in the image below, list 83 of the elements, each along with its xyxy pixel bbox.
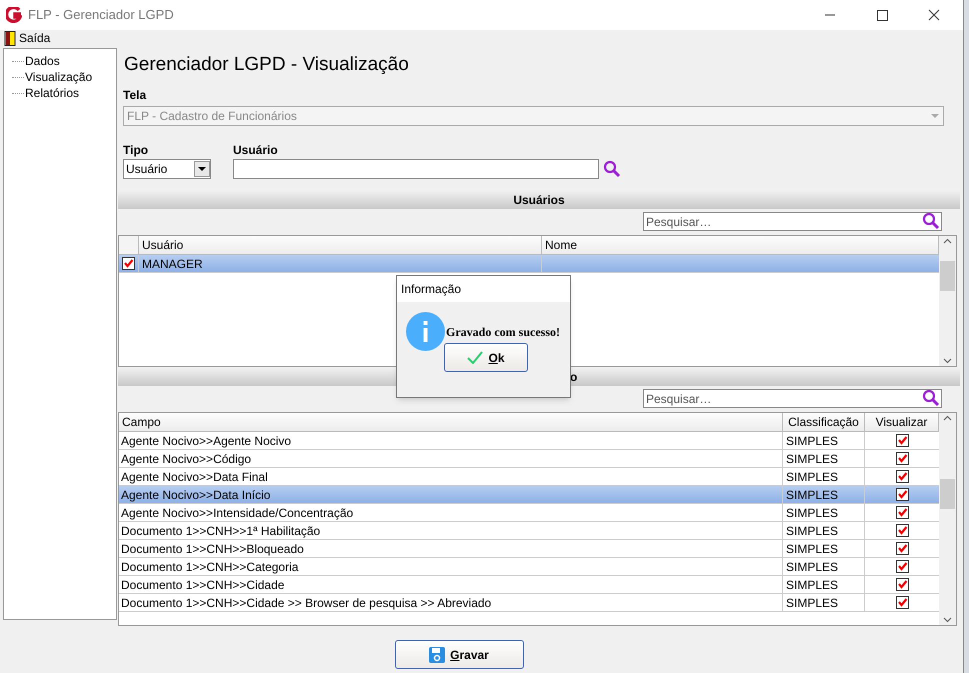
tree-item[interactable]: Dados [25,52,60,70]
page-heading: Gerenciador LGPD - Visualização [123,52,410,77]
ok-button[interactable]: Ok [444,343,528,372]
column-header[interactable]: Classificação [783,413,865,431]
table-cell: SIMPLES [783,450,865,467]
table-row[interactable]: Agente Nocivo>>Data Início SIMPLES [119,486,939,504]
field-label: Tipo [123,142,150,157]
dropdown-arrow-icon [198,166,206,172]
checkbox[interactable] [896,506,908,519]
scroll-up-icon[interactable] [943,415,952,421]
scrollbar-thumb[interactable] [940,261,955,291]
checkbox[interactable] [896,488,908,501]
dialog-message: Gravado com sucesso! [446,324,560,340]
user-input-field[interactable] [233,159,599,179]
table-row[interactable]: Agente Nocivo>>Data Final SIMPLES [119,468,939,486]
tree-item[interactable]: Relatórios [25,84,80,102]
table-cell: Documento 1>>CNH>>Cidade >> Browser de pesquisa >> Abreviado [119,594,783,611]
tree-item[interactable]: Visualização [25,68,92,86]
table-cell: Agente Nocivo>>Intensidade/Concentração [119,504,783,521]
table-row[interactable]: Documento 1>>CNH>>Cidade SIMPLES [119,576,939,594]
table-cell: SIMPLES [783,558,865,575]
table-cell: SIMPLES [783,594,865,611]
column-header[interactable]: Usuário [139,236,542,254]
table-row[interactable]: Agente Nocivo>>Agente Nocivo SIMPLES [119,432,939,450]
table-cell: SIMPLES [783,432,865,449]
app-logo-icon [6,7,22,23]
column-header[interactable]: Campo [119,413,783,431]
table-row[interactable]: Agente Nocivo>>Código SIMPLES [119,450,939,468]
table-cell: Documento 1>>CNH>>1ª Habilitação [119,522,783,539]
search-field[interactable]: Pesquisar… [643,212,942,231]
search-icon[interactable] [922,212,940,230]
checkbox[interactable] [896,596,908,609]
field-label: Tela [122,87,148,104]
scrollbar[interactable] [939,413,956,625]
dialog-title: Informação [401,281,462,298]
checkbox[interactable] [896,470,908,483]
table-row[interactable]: Documento 1>>CNH>>Categoria SIMPLES [119,558,939,576]
table-cell: SIMPLES [783,504,865,521]
search-field[interactable]: Pesquisar… [643,389,942,408]
scroll-down-icon[interactable] [943,617,952,623]
field-label: Usuário [233,142,279,157]
checkbox[interactable] [896,560,908,573]
checkbox[interactable] [122,257,135,270]
table-cell: Agente Nocivo>>Data Final [119,468,783,485]
dropdown-button[interactable] [194,161,210,177]
type-select[interactable]: Usuário [123,159,211,179]
search-icon[interactable] [603,160,621,178]
table-row[interactable]: Documento 1>>CNH>>Cidade >> Browser de pesquisa >> Abreviado SIMPLES [119,594,939,612]
table-row[interactable]: Agente Nocivo>>Intensidade/Concentração SIMPLES [119,504,939,522]
checkbox[interactable] [896,452,908,465]
table-row[interactable]: Documento 1>>CNH>>1ª Habilitação SIMPLES [119,522,939,540]
table-cell: Documento 1>>CNH>>Categoria [119,558,783,575]
table-cell: SIMPLES [783,540,865,557]
scrollbar[interactable] [939,236,956,366]
table-cell: SIMPLES [783,486,865,503]
table-cell: SIMPLES [783,468,865,485]
checkbox[interactable] [896,542,908,555]
table-row[interactable]: MANAGER [119,255,939,273]
checkmark-icon [467,351,484,364]
table-row[interactable]: Documento 1>>CNH>>Bloqueado SIMPLES [119,540,939,558]
column-header[interactable]: Visualizar [865,413,939,431]
checkbox[interactable] [896,524,908,537]
checkbox[interactable] [896,434,908,447]
table-cell: Agente Nocivo>>Agente Nocivo [119,432,783,449]
column-header[interactable]: Nome [542,236,939,254]
checkbox[interactable] [896,578,908,591]
table-cell: Documento 1>>CNH>>Cidade [119,576,783,593]
save-button[interactable]: Gravar [394,640,524,669]
table-cell: Documento 1>>CNH>>Bloqueado [119,540,783,557]
window-title: FLP - Gerenciador LGPD [28,6,174,24]
menu-item[interactable]: Saída [4,29,50,47]
search-icon[interactable] [922,389,940,407]
table-cell: SIMPLES [783,576,865,593]
table-cell: Agente Nocivo>>Data Início [119,486,783,503]
door-icon [4,30,16,46]
scroll-down-icon[interactable] [943,358,952,364]
section-header: Usuários [118,191,960,209]
scroll-up-icon[interactable] [943,238,952,244]
table-cell: SIMPLES [783,522,865,539]
scrollbar-thumb[interactable] [940,479,955,509]
info-icon [406,312,445,351]
table-cell: MANAGER [139,255,542,272]
table-cell: Agente Nocivo>>Código [119,450,783,467]
